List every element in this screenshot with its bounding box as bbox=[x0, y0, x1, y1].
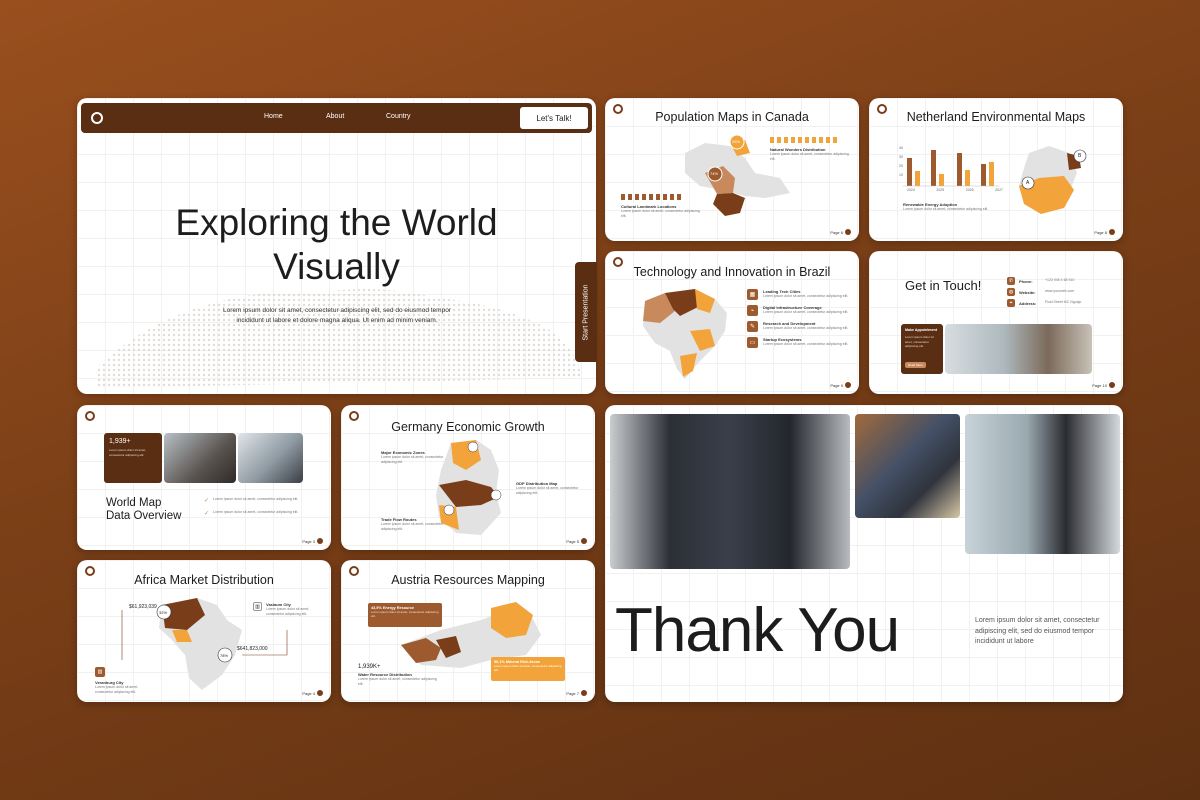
label-gdp: GDP Distribution Map Lorem ipsum dolor si… bbox=[516, 481, 579, 496]
label-renewable: Renewable Energy Adoption Lorem ipsum do… bbox=[903, 202, 989, 211]
logo-icon bbox=[91, 112, 103, 124]
pct-label: 26% bbox=[732, 139, 741, 144]
building-icon: ▥ bbox=[95, 667, 105, 677]
nav-country[interactable]: Country bbox=[386, 113, 411, 120]
meeting-photo-2 bbox=[238, 433, 303, 483]
slide-austria[interactable]: Austria Resources Mapping 43,5% Energy R… bbox=[341, 560, 595, 702]
contact-website: ◍ Website: www.yourweb.com bbox=[1007, 288, 1075, 296]
africa-pct-1: 32% bbox=[159, 610, 168, 615]
startup-icon: ▭ bbox=[747, 337, 758, 348]
africa-value-1: $61,923,039 bbox=[129, 604, 157, 610]
lets-talk-button[interactable]: Let's Talk! bbox=[520, 107, 588, 129]
list-item: ▭ Startup Ecosystems Lorem ipsum dolor sit… bbox=[747, 337, 852, 348]
list-item: ▦ Leading Tech Cities Lorem ipsum dolor si… bbox=[747, 289, 852, 300]
world-checklist: ✓ Lorem ipsum dolor sit amet, consectetur… bbox=[204, 497, 299, 517]
canada-map bbox=[621, 134, 837, 216]
city-vaslaum: ▥ Vaslaum City Lorem ipsum dolor sit amet,… bbox=[253, 602, 321, 618]
label-zones: Major Economic Zones Lorem ipsum dolor si… bbox=[381, 450, 444, 465]
page-number: Page 6 bbox=[830, 229, 851, 235]
page-number: Page 3 bbox=[302, 538, 323, 544]
slide-netherland[interactable]: Netherland Environmental Maps A B 40 30 20… bbox=[869, 98, 1123, 241]
thank-you-title: Thank You bbox=[615, 596, 900, 665]
slide-contact[interactable]: Get in Touch! ✆ Phone: +123 945 4 68 910 ◍… bbox=[869, 251, 1123, 394]
slide-brazil[interactable]: Technology and Innovation in Brazil ▦ Lea… bbox=[605, 251, 859, 394]
page-number: Page 7 bbox=[566, 690, 587, 696]
city-icon: ▦ bbox=[747, 289, 758, 300]
colleagues-photo bbox=[855, 414, 960, 518]
label-cultural: Cultural Landmark Locations Lorem ipsum … bbox=[621, 204, 700, 219]
world-title: World Map Data Overview bbox=[106, 497, 182, 522]
x-ticks: 2024 2025 2026 2027 bbox=[907, 188, 1003, 192]
globe-icon: ◍ bbox=[1007, 288, 1015, 296]
research-icon: ✎ bbox=[747, 321, 758, 332]
netherland-bar-chart bbox=[903, 146, 1087, 214]
list-item: ⌁ Digital Infrastructure Coverage Lorem ip… bbox=[747, 305, 852, 316]
phone-icon: ✆ bbox=[1007, 277, 1015, 285]
meeting-photo-1 bbox=[164, 433, 236, 483]
africa-pct-2: 78% bbox=[220, 653, 229, 658]
pct-label: 74% bbox=[710, 171, 719, 176]
label-natural: Natural Wonders Distribution Lorem ipsum… bbox=[770, 147, 849, 162]
label-trade: Trade Flow Routes Lorem ipsum dolor sit a… bbox=[381, 517, 444, 532]
mineral-box: 56,1% Mineral Rich Areas Lorem ipsum dol… bbox=[491, 657, 565, 681]
energy-box: 43,5% Energy Resource Lorem ipsum dolor … bbox=[368, 603, 442, 627]
slide-hero[interactable]: Home About Country Let's Talk! Exploring… bbox=[77, 98, 596, 394]
brazil-list: ▦ Leading Tech Cities Lorem ipsum dolor si… bbox=[747, 289, 852, 348]
nav-about[interactable]: About bbox=[326, 113, 344, 120]
contact-phone: ✆ Phone: +123 945 4 68 910 bbox=[1007, 277, 1075, 285]
slide-thank-you[interactable]: Thank You Lorem ipsum dolor sit amet, co… bbox=[605, 405, 1123, 702]
check-icon: ✓ bbox=[204, 498, 210, 504]
logo-icon bbox=[85, 411, 95, 421]
appointment-card: Make Appointment Lorem ipsum dolor sit a… bbox=[901, 324, 943, 374]
world-stat-card: 1,939+ Lorem ipsum dolor sit amet, conse… bbox=[104, 433, 162, 483]
slide-africa[interactable]: Africa Market Distribution $61,923,039 3… bbox=[77, 560, 331, 702]
contact-address: ⌖ Address: Fluid Street 6/C Ngoajo bbox=[1007, 299, 1103, 307]
germany-map bbox=[436, 440, 502, 535]
y-ticks: 40 30 20 10 bbox=[899, 146, 903, 177]
marker-a: A bbox=[1026, 180, 1030, 186]
slide-canada[interactable]: Population Maps in Canada 26% 74% Natura… bbox=[605, 98, 859, 241]
nav-home[interactable]: Home bbox=[264, 113, 283, 120]
page-number: Page 10 bbox=[1092, 382, 1115, 388]
check-icon: ✓ bbox=[204, 511, 210, 517]
hero-body: Lorem ipsum dolor sit amet, consectetur … bbox=[223, 307, 451, 325]
executives-photo bbox=[610, 414, 850, 569]
location-icon: ⌖ bbox=[1007, 299, 1015, 307]
hero-title: Exploring the World Visually bbox=[175, 202, 498, 287]
hero-navbar: Home About Country Let's Talk! bbox=[81, 103, 592, 133]
water-stat: 1,939K+ Water Resource Distribution Lore… bbox=[358, 664, 437, 687]
city-veranburg: ▥ Veranburg City Lorem ipsum dolor sit ame… bbox=[95, 667, 139, 695]
slide-world[interactable]: 1,939+ Lorem ipsum dolor sit amet, conse… bbox=[77, 405, 331, 550]
contact-title: Get in Touch! bbox=[905, 278, 982, 293]
building-icon: ▥ bbox=[253, 602, 262, 611]
page-number: Page 5 bbox=[566, 538, 587, 544]
businesswoman-photo bbox=[965, 414, 1120, 554]
africa-value-2: $641,823,000 bbox=[237, 646, 268, 652]
marker-b: B bbox=[1078, 153, 1082, 159]
list-item: ✎ Research and Development Lorem ipsum dol… bbox=[747, 321, 852, 332]
page-number: Page 9 bbox=[830, 382, 851, 388]
contact-info: ✆ Phone: +123 945 4 68 910 ◍ Website: www.yo… bbox=[1007, 277, 1103, 307]
slide-germany[interactable]: Germany Economic Growth Major Economic Z… bbox=[341, 405, 595, 550]
read-more-button[interactable]: Read More bbox=[905, 362, 926, 368]
network-icon: ⌁ bbox=[747, 305, 758, 316]
page-number: Page 4 bbox=[302, 690, 323, 696]
thank-you-body: Lorem ipsum dolor sit amet, consectetur … bbox=[975, 617, 1100, 645]
start-presentation-tab[interactable]: Start Presentation bbox=[575, 262, 597, 362]
team-photo bbox=[945, 324, 1092, 374]
page-number: Page 8 bbox=[1094, 229, 1115, 235]
